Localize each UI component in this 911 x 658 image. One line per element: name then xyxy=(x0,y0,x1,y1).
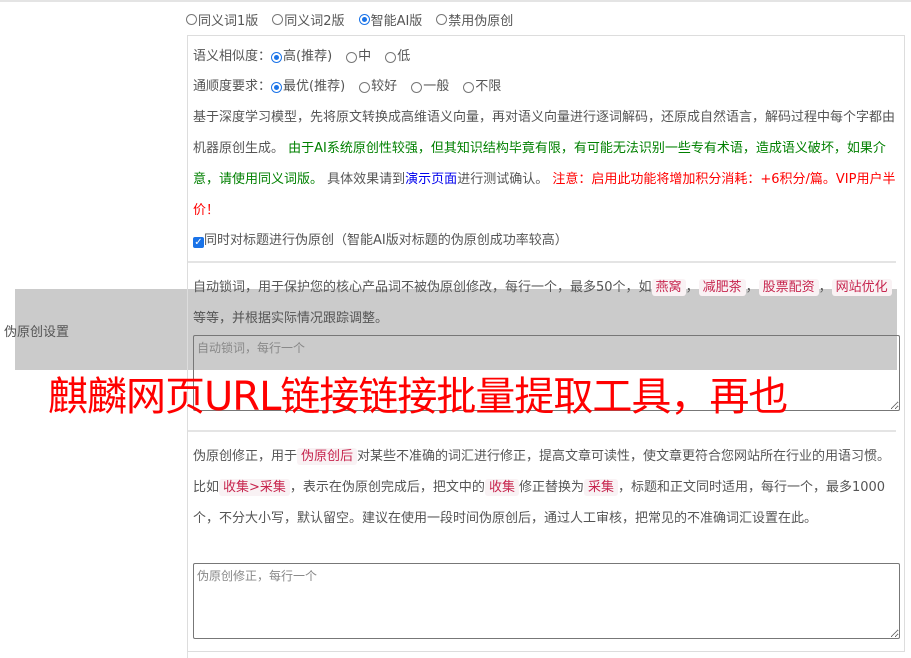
radio-checked-icon[interactable] xyxy=(358,14,370,25)
lock-words-description: 自动锁词，用于保护您的核心产品词不被伪原创修改，每行一个，最多50个，如 燕窝，减… xyxy=(193,272,896,334)
correction-text: ，表示在伪原创完成后，把文中的 xyxy=(289,480,485,495)
ai-description: 基于深度学习模型，先将原文转换成高维语义向量，再对语义向量进行逐词解码，还原成自… xyxy=(193,102,896,226)
description-text: 进行测试确认。 xyxy=(457,172,549,187)
mode-disabled[interactable]: 禁用伪原创 xyxy=(436,10,513,29)
watermark-banner-text: 麒麟网页URL链接链接批量提取工具，再也 xyxy=(48,374,788,420)
ai-settings-panel: 语义相似度： 高(推荐) 中 低 通顺度要求： 最优(推荐) 较好 一般 不限 … xyxy=(187,35,905,652)
similarity-label: 语义相似度： xyxy=(193,49,272,64)
radio-label: 较好 xyxy=(371,79,398,94)
radio-label: 最优(推荐) xyxy=(283,79,346,94)
radio-icon[interactable] xyxy=(411,81,423,93)
radio-label: 低 xyxy=(397,49,411,64)
fluency-normal[interactable]: 一般 xyxy=(411,72,449,102)
example-word: 燕窝 xyxy=(651,279,686,296)
similarity-medium[interactable]: 中 xyxy=(346,42,371,72)
similarity-row: 语义相似度： 高(推荐) 中 低 xyxy=(193,42,896,72)
similarity-high[interactable]: 高(推荐) xyxy=(271,42,332,72)
description-text: 具体效果请到 xyxy=(327,172,406,187)
radio-icon[interactable] xyxy=(346,51,358,63)
radio-label: 同义词1版 xyxy=(198,14,259,29)
mode-synonym-1[interactable]: 同义词1版 xyxy=(186,10,258,29)
example-word: 减肥茶 xyxy=(698,279,746,296)
radio-label: 不限 xyxy=(475,79,502,94)
mode-radio-group: 同义词1版 同义词2版 智能AI版 禁用伪原创 xyxy=(186,10,513,29)
radio-icon[interactable] xyxy=(436,14,448,25)
radio-label: 中 xyxy=(358,49,372,64)
radio-label: 同义词2版 xyxy=(284,14,345,29)
mode-synonym-2[interactable]: 同义词2版 xyxy=(272,10,345,29)
fluency-good[interactable]: 较好 xyxy=(359,72,397,102)
inline-code: 伪原创后 xyxy=(297,448,358,465)
lock-words-text: 等等，并根据实际情况跟踪调整。 xyxy=(193,311,389,326)
example-word: 股票配资 xyxy=(758,279,819,296)
mode-ai[interactable]: 智能AI版 xyxy=(358,10,423,29)
example-word: 网站优化 xyxy=(831,279,892,296)
fluency-best[interactable]: 最优(推荐) xyxy=(271,72,345,102)
correction-textarea[interactable] xyxy=(193,563,900,639)
correction-text: 伪原创修正，用于 xyxy=(193,449,298,464)
radio-icon[interactable] xyxy=(186,14,197,25)
radio-icon[interactable] xyxy=(463,81,475,93)
demo-page-link[interactable]: 演示页面 xyxy=(405,172,457,187)
radio-checked-icon[interactable] xyxy=(271,51,283,63)
radio-label: 一般 xyxy=(423,79,450,94)
radio-icon[interactable] xyxy=(272,14,284,25)
inline-code: 采集 xyxy=(583,479,618,496)
divider xyxy=(188,261,896,263)
correction-text: 修正替换为 xyxy=(518,480,584,495)
radio-label: 智能AI版 xyxy=(370,14,423,29)
inline-code: 收集>采集 xyxy=(219,479,290,496)
lock-words-text: 自动锁词，用于保护您的核心产品词不被伪原创修改，每行一个，最多50个，如 xyxy=(193,280,652,295)
title-checkbox-row[interactable]: ✓同时对标题进行伪原创（智能AI版对标题的伪原创成功率较高） xyxy=(193,226,896,256)
section-label: 伪原创设置 xyxy=(4,325,70,340)
radio-checked-icon[interactable] xyxy=(271,81,283,93)
top-border xyxy=(0,0,911,2)
radio-label: 高(推荐) xyxy=(283,49,333,64)
checkbox-label: 同时对标题进行伪原创（智能AI版对标题的伪原创成功率较高） xyxy=(204,233,568,248)
correction-description: 伪原创修正，用于 伪原创后 对某些不准确的词汇进行修正，提高文章可读性，使文章更符合… xyxy=(193,441,896,534)
checkbox-checked-icon[interactable]: ✓ xyxy=(193,237,204,248)
inline-code: 收集 xyxy=(484,479,519,496)
divider xyxy=(188,430,896,432)
fluency-any[interactable]: 不限 xyxy=(463,72,501,102)
radio-icon[interactable] xyxy=(359,81,371,93)
similarity-low[interactable]: 低 xyxy=(385,42,410,72)
fluency-row: 通顺度要求： 最优(推荐) 较好 一般 不限 xyxy=(193,72,896,102)
fluency-label: 通顺度要求： xyxy=(193,79,272,94)
radio-label: 禁用伪原创 xyxy=(448,14,514,29)
radio-icon[interactable] xyxy=(385,51,397,63)
